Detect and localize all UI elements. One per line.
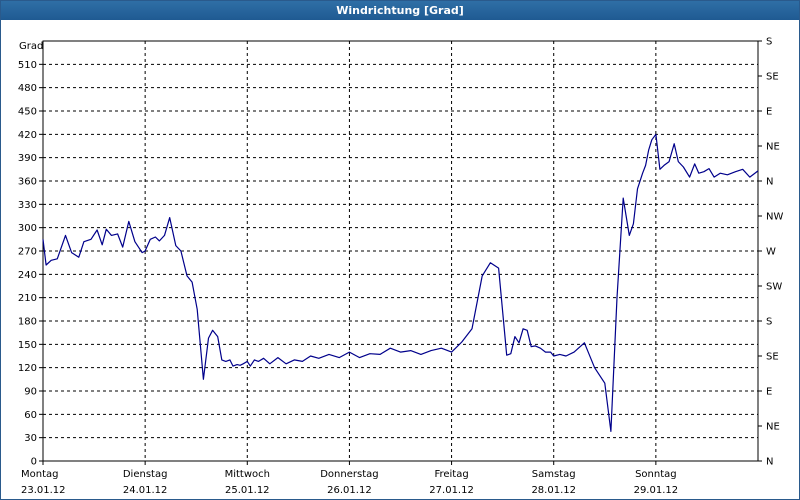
y-tick-label: 360	[18, 177, 37, 188]
x-tick-label-date: 24.01.12	[123, 485, 168, 496]
y-tick-label: 120	[18, 363, 37, 374]
x-tick-label-day: Sonntag	[635, 469, 677, 480]
x-tick-label-date: 23.01.12	[21, 485, 66, 496]
x-tick-label-day: Mittwoch	[225, 469, 270, 480]
y-axis-title: Grad	[19, 41, 43, 52]
x-tick-label-date: 27.01.12	[429, 485, 474, 496]
right-tick-label: N	[766, 457, 773, 468]
y-tick-label: 510	[18, 60, 37, 71]
x-tick-label-day: Samstag	[532, 469, 576, 480]
right-tick-label: S	[766, 317, 772, 328]
x-tick-label-day: Dienstag	[123, 469, 168, 480]
right-tick-label: E	[766, 107, 772, 118]
x-tick-label-date: 26.01.12	[327, 485, 372, 496]
chart-window: Windrichtung [Grad] 0 30 60 90 120 150 180 210 2…	[0, 0, 800, 500]
right-tick-label: NE	[766, 142, 780, 153]
x-tick-label-day: Freitag	[434, 469, 468, 480]
y-tick-label: 90	[24, 387, 37, 398]
right-tick-label: W	[766, 247, 776, 258]
x-tick-label-date: 29.01.12	[634, 485, 679, 496]
y-tick-label: 180	[18, 317, 37, 328]
x-tick-label-day: Montag	[21, 469, 58, 480]
right-tick-label: SW	[766, 282, 782, 293]
y-tick-label: 300	[18, 223, 37, 234]
right-tick-label: N	[766, 177, 773, 188]
right-tick-label: NE	[766, 422, 780, 433]
y-tick-label: 330	[18, 200, 37, 211]
y-tick-label: 270	[18, 247, 37, 258]
right-tick-label: SE	[766, 72, 779, 83]
y-tick-label: 150	[18, 340, 37, 351]
right-tick-label: S	[766, 37, 772, 48]
y-tick-label: 420	[18, 130, 37, 141]
x-tick-label-date: 25.01.12	[225, 485, 270, 496]
x-tick-label-day: Donnerstag	[320, 469, 378, 480]
y-tick-label: 240	[18, 270, 37, 281]
right-tick-label: NW	[766, 212, 783, 223]
y-tick-label: 390	[18, 153, 37, 164]
right-tick-label: SE	[766, 352, 779, 363]
y-tick-label: 30	[24, 433, 37, 444]
chart-canvas: 0 30 60 90 120 150 180 210 240 270 300 330 360 390 420…	[18, 37, 784, 497]
x-tick-label-date: 28.01.12	[531, 485, 576, 496]
y-tick-label: 60	[24, 410, 37, 421]
y-tick-label: 210	[18, 293, 37, 304]
y-tick-label: 0	[31, 457, 37, 468]
y-tick-label: 450	[18, 107, 37, 118]
right-tick-label: E	[766, 387, 772, 398]
y-tick-label: 480	[18, 83, 37, 94]
